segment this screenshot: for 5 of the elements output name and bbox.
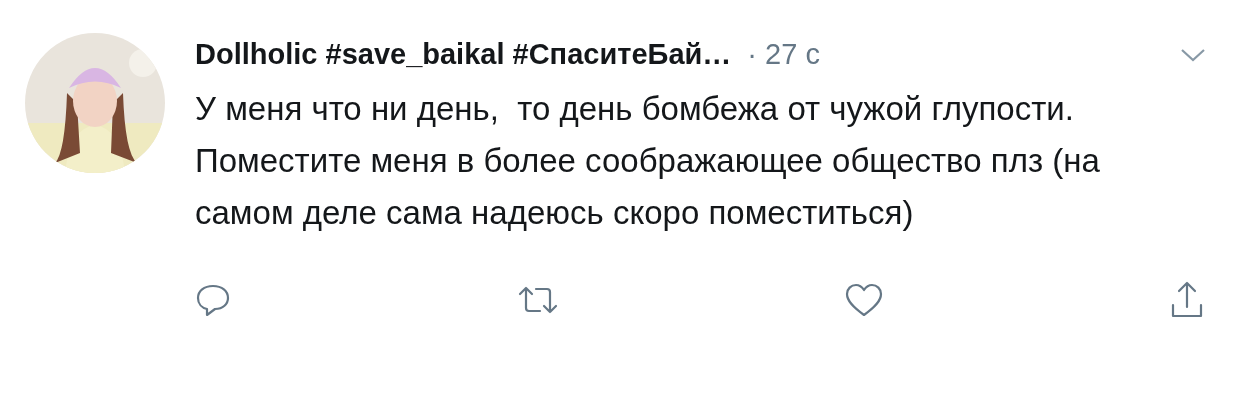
author-name: Dollholic #save_baikal #СпаситеБай… [195,37,732,72]
tweet-text: У меня что ни день, то день бомбежа от чужой глупости. Поместите меня в более соображающее общество плз (на самом деле сама надеюсь скоро поместиться) [195,88,1101,233]
timestamp: · 27 с [747,37,820,72]
share-icon[interactable] [1170,280,1204,319]
chevron-icon[interactable] [1180,46,1206,63]
